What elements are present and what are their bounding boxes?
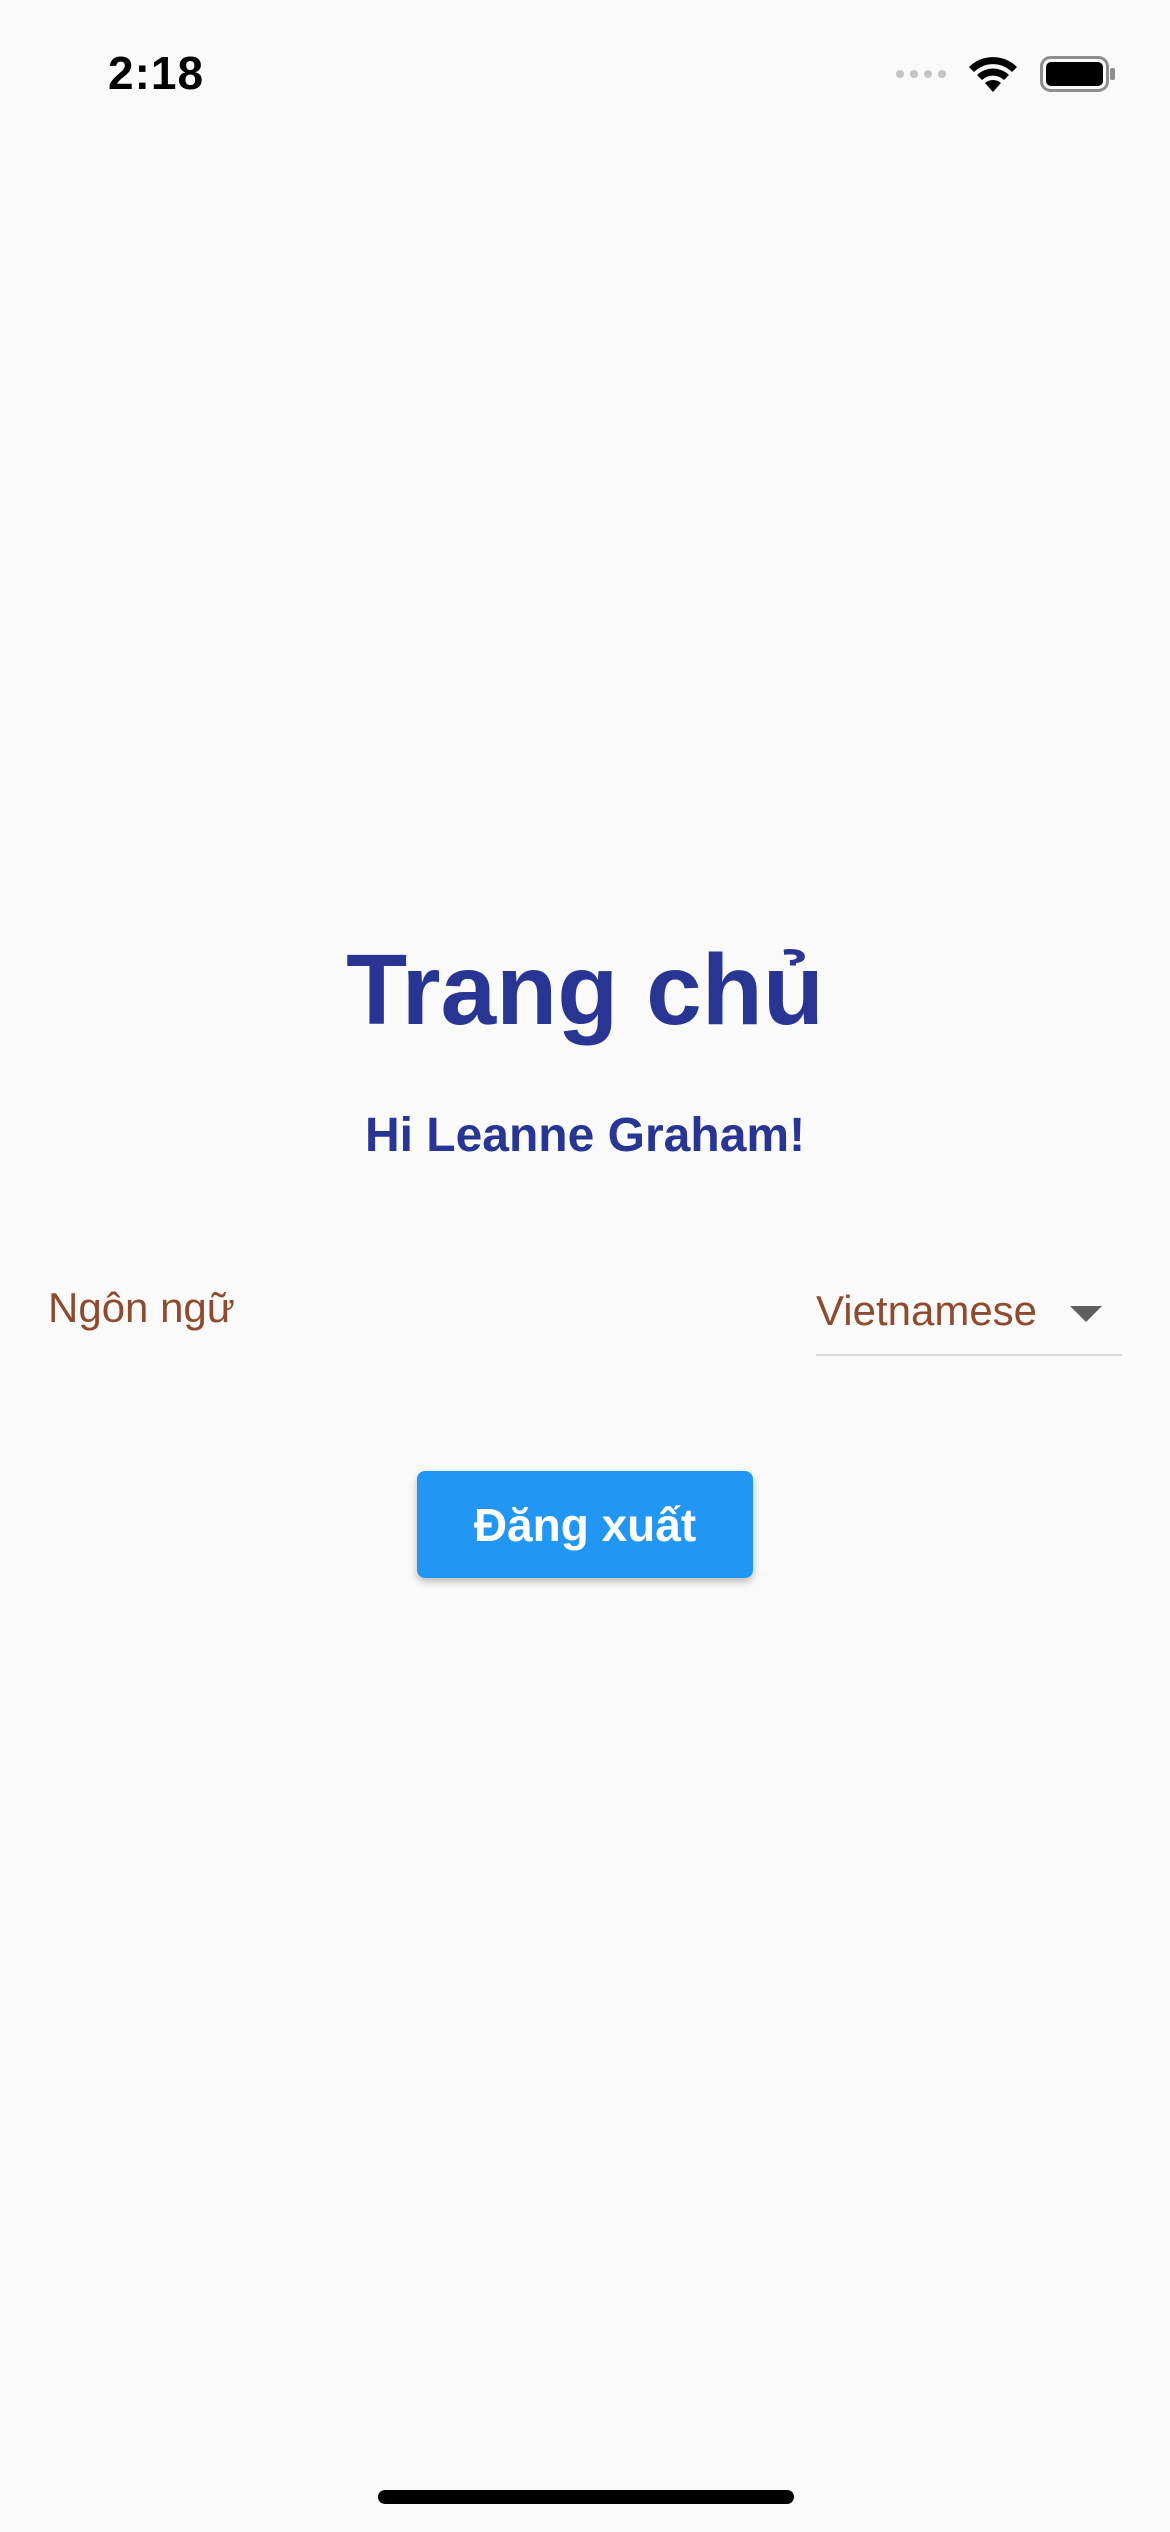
status-icons [896, 52, 1116, 96]
language-label: Ngôn ngữ [48, 1284, 235, 1331]
language-selected-value: Vietnamese [816, 1287, 1038, 1334]
signal-icon [896, 70, 946, 78]
page-title: Trang chủ [346, 934, 824, 1046]
greeting-text: Hi Leanne Graham! [364, 1109, 806, 1162]
logout-button[interactable]: Đăng xuất [417, 1471, 753, 1578]
home-indicator[interactable] [378, 2490, 794, 2504]
battery-icon [1040, 56, 1115, 92]
language-dropdown[interactable]: Vietnamese [816, 1268, 1122, 1356]
status-time: 2:18 [108, 47, 205, 99]
dropdown-arrow-icon [1070, 1306, 1102, 1322]
home-screen: 2:18 Trang chủ Hi Leanne Graham! Ngôn ng… [0, 0, 1170, 2532]
wifi-icon [969, 57, 1017, 92]
